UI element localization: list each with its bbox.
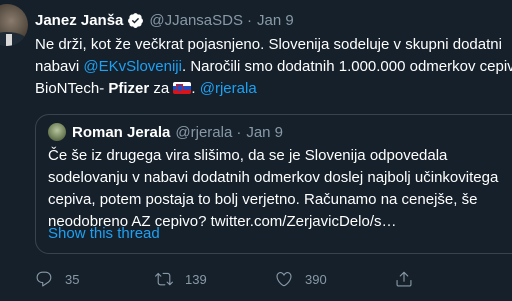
quoted-tweet-card[interactable]: Roman Jerala @rjerala · Jan 9 Če še iz d… [35, 114, 512, 254]
show-thread-link[interactable]: Show this thread [48, 225, 160, 242]
tweet-date[interactable]: Jan 9 [257, 12, 294, 29]
separator-dot: · [236, 123, 242, 141]
reply-button[interactable]: 35 [35, 270, 155, 288]
reply-count: 35 [65, 271, 80, 287]
tweet-text: Ne drži, kot že večkrat pojasnjeno. Slov… [35, 34, 512, 100]
tweet-header: Janez Janša @JJansaSDS · Jan 9 [35, 10, 294, 30]
flag-coat-of-arms [176, 84, 184, 92]
mention-ekvsloveniji[interactable]: @EKvSloveniji [83, 58, 182, 75]
share-button[interactable] [395, 270, 512, 288]
retweet-icon [155, 272, 173, 286]
tweet-text-fragment: za [149, 80, 174, 97]
mention-rjerala[interactable]: @rjerala [200, 80, 257, 97]
quoted-author-name: Roman Jerala [72, 123, 171, 141]
quoted-line-2: sodelovanju v nabavi dodatnih odmerkov d… [48, 169, 499, 186]
author-avatar[interactable] [0, 4, 28, 46]
avatar-shoulder [0, 32, 28, 46]
pfizer-bold-text: Pfizer [108, 80, 150, 97]
like-button[interactable]: 390 [275, 270, 395, 288]
verified-badge-icon [128, 12, 144, 28]
like-icon [276, 272, 292, 287]
avatar-shirt [6, 34, 12, 46]
quoted-tweet-header: Roman Jerala @rjerala · Jan 9 [48, 123, 283, 141]
tweet-text-fragment: . Naročili smo dodatnih 1.000.000 odmerk… [181, 58, 512, 75]
tweet-text-fragment: nabavi [35, 58, 84, 75]
retweet-button[interactable]: 139 [155, 270, 275, 288]
quoted-line-3: cepiva, potem postaja to bolj verjetno. … [48, 191, 478, 208]
tweet-actions: 35 139 390 [35, 268, 512, 290]
author-name[interactable]: Janez Janša [35, 12, 123, 29]
share-icon [396, 271, 412, 287]
separator-dot: · [247, 11, 252, 29]
reply-icon [36, 271, 52, 287]
tweet-line-3: BioNTech- Pfizer za . @rjerala [35, 78, 512, 100]
like-count: 390 [305, 271, 327, 287]
tweet-line-1: Ne drži, kot že večkrat pojasnjeno. Slov… [35, 36, 502, 53]
tweet-line-2: nabavi @EKvSloveniji. Naročili smo dodat… [35, 56, 512, 78]
quoted-tweet-date: Jan 9 [246, 123, 284, 141]
slovenia-flag-icon [173, 82, 192, 94]
quoted-line-1: Če še iz drugega vira slišimo, da se je … [48, 147, 448, 164]
quoted-author-handle: @rjerala [175, 123, 233, 141]
quoted-author-avatar [48, 123, 66, 141]
tweet-text-fragment: BioNTech- [35, 80, 109, 97]
tweet-text-fragment: . [191, 80, 200, 97]
author-handle[interactable]: @JJansaSDS [149, 12, 243, 29]
retweet-count: 139 [185, 271, 207, 287]
quoted-tweet-text: Če še iz drugega vira slišimo, da se je … [48, 145, 512, 233]
